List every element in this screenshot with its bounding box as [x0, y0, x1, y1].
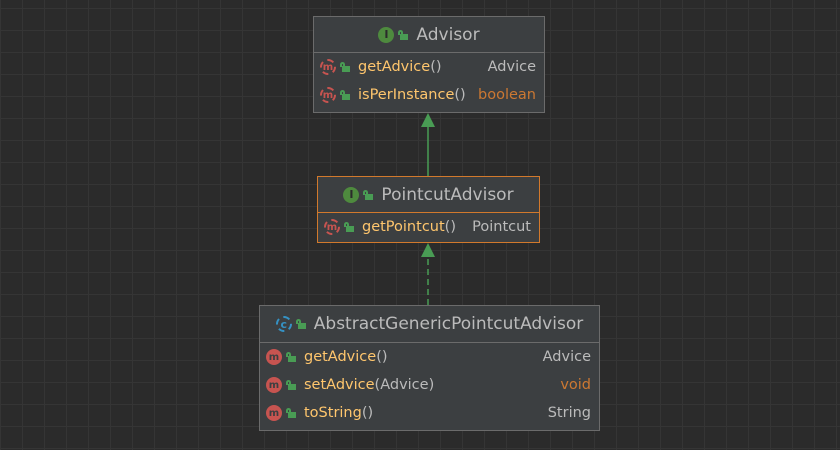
method-name: setAdvice: [304, 377, 375, 393]
abstract-method-icon: m: [320, 59, 336, 75]
return-type: void: [560, 377, 591, 393]
method-name: isPerInstance: [358, 87, 455, 103]
method-row[interactable]: m getAdvice() Advice: [314, 53, 544, 81]
abstract-method-icon: m: [320, 87, 336, 103]
method-row[interactable]: m isPerInstance() boolean: [314, 81, 544, 109]
method-params: (): [376, 349, 388, 365]
return-type: Advice: [487, 59, 536, 75]
public-lock-icon: [295, 319, 306, 329]
method-params: (Advice): [374, 377, 435, 393]
method-name: toString: [304, 405, 362, 421]
pointcut-advisor-header: I PointcutAdvisor: [318, 177, 539, 213]
public-lock-icon: [398, 29, 409, 40]
interface-icon: I: [378, 26, 395, 43]
abstract-generic-pointcut-advisor-node[interactable]: c AbstractGenericPointcutAdvisor m getAd…: [259, 305, 600, 431]
method-params: (): [430, 59, 442, 75]
node-title: AbstractGenericPointcutAdvisor: [313, 314, 584, 334]
method-params: (): [361, 405, 374, 421]
node-title: Advisor: [416, 24, 480, 45]
abstract-method-icon: m: [324, 219, 340, 235]
method-params: (): [444, 219, 456, 235]
public-lock-icon: [340, 62, 350, 72]
method-icon: m: [266, 377, 282, 393]
method-row[interactable]: m toString() String: [260, 399, 599, 427]
method-row[interactable]: m getAdvice() Advice: [260, 343, 599, 371]
method-icon: m: [266, 349, 282, 365]
abstract-class-icon: c: [275, 316, 292, 332]
advisor-node[interactable]: I Advisor m getAdvice() Advice m isPerIn…: [313, 16, 545, 113]
return-type: boolean: [478, 87, 536, 103]
pointcut-advisor-node[interactable]: I PointcutAdvisor m getPointcut() Pointc…: [317, 176, 540, 243]
abstract-generic-header: c AbstractGenericPointcutAdvisor: [260, 306, 599, 343]
advisor-header: I Advisor: [314, 17, 544, 53]
public-lock-icon: [340, 90, 350, 100]
node-title: PointcutAdvisor: [381, 184, 514, 205]
method-name: getAdvice: [358, 59, 431, 75]
method-row[interactable]: m getPointcut() Pointcut: [318, 213, 539, 241]
implements-arrowhead: [421, 243, 435, 257]
return-type: String: [547, 405, 591, 421]
method-name: getPointcut: [362, 219, 445, 235]
interface-icon: I: [343, 186, 360, 203]
method-icon: m: [266, 405, 282, 421]
return-type: Pointcut: [472, 219, 531, 235]
method-row[interactable]: m setAdvice (Advice) void: [260, 371, 599, 399]
public-lock-icon: [286, 408, 296, 418]
public-lock-icon: [286, 380, 296, 390]
extends-arrowhead: [421, 113, 435, 127]
public-lock-icon: [286, 352, 296, 362]
method-params: (): [454, 87, 466, 103]
return-type: Advice: [542, 349, 591, 365]
public-lock-icon: [344, 222, 354, 232]
public-lock-icon: [363, 189, 374, 200]
method-name: getAdvice: [304, 349, 377, 365]
